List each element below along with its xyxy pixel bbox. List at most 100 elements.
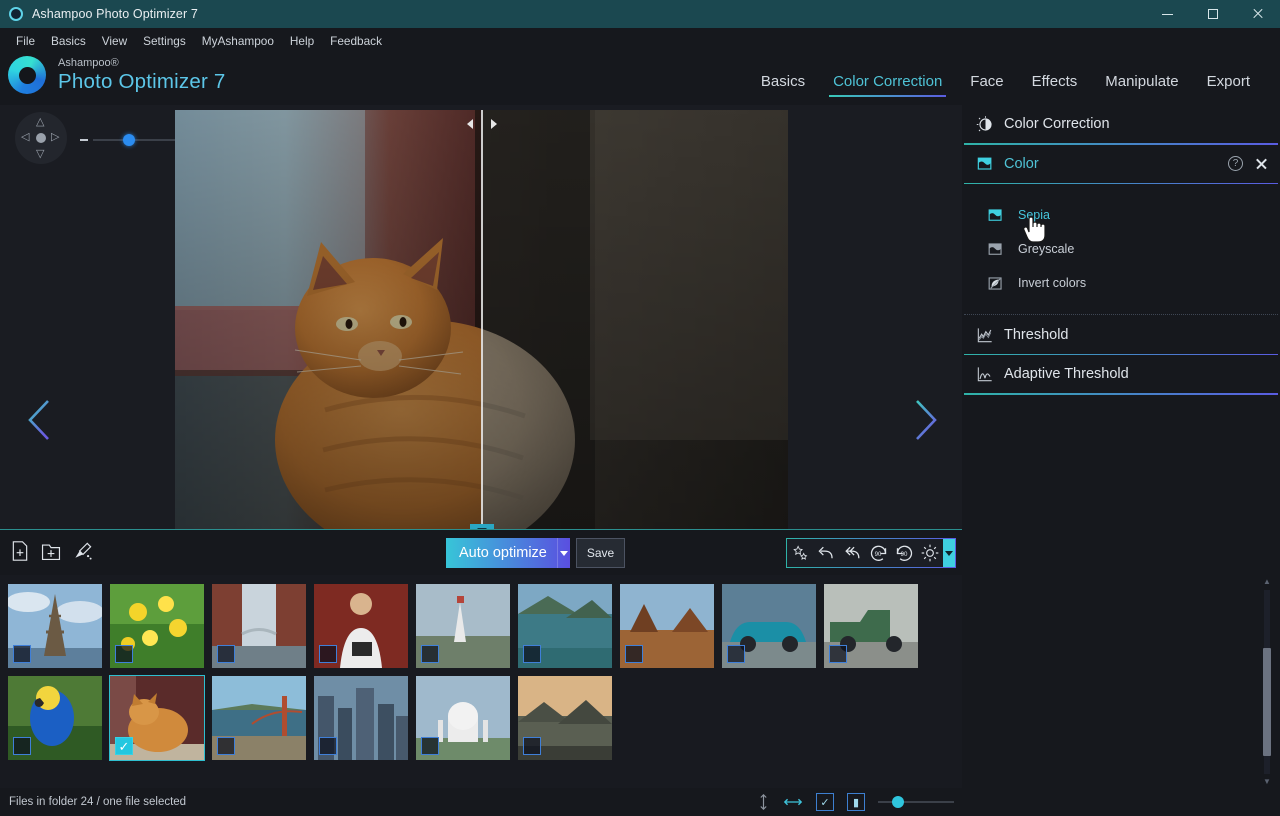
thumbnail-checkbox[interactable] <box>319 645 337 663</box>
thumbnail-golden-gate-bridge[interactable] <box>212 676 306 760</box>
thumbnail-checkbox[interactable] <box>319 737 337 755</box>
save-button[interactable]: Save <box>575 538 626 568</box>
zoom-slider-knob[interactable] <box>123 134 136 146</box>
thumbnail-strip[interactable] <box>0 575 962 788</box>
tab-export[interactable]: Export <box>1193 70 1264 97</box>
zoom-out-icon[interactable] <box>80 139 88 141</box>
menu-item-myashampoo[interactable]: MyAshampoo <box>194 31 282 51</box>
thumbnail-yellow-flowers[interactable] <box>110 584 204 668</box>
panel-section-threshold[interactable]: Threshold <box>962 316 1280 354</box>
menu-item-file[interactable]: File <box>8 31 43 51</box>
rotate-right-90-icon[interactable]: 90 <box>891 539 917 567</box>
tab-manipulate[interactable]: Manipulate <box>1091 70 1192 97</box>
panel-section-color-correction[interactable]: Color Correction <box>962 105 1280 143</box>
rotate-left-90-icon[interactable]: 90 <box>865 539 891 567</box>
select-all-checkbox-icon[interactable]: ✓ <box>816 793 834 811</box>
thumbnail-green-pickup-truck[interactable] <box>824 584 918 668</box>
thumbnail-checkbox[interactable] <box>625 645 643 663</box>
color-option-sepia[interactable]: Sepia <box>962 198 1280 232</box>
thumbnail-checkbox[interactable] <box>727 645 745 663</box>
edit-tools-dropdown[interactable] <box>943 539 955 567</box>
thumbnail-checkbox[interactable] <box>217 737 235 755</box>
thumbnail-checkbox[interactable] <box>421 737 439 755</box>
close-icon[interactable] <box>1255 157 1268 170</box>
scroll-up-arrow[interactable]: ▲ <box>1263 578 1271 586</box>
panel-section-label: Threshold <box>1004 326 1069 343</box>
thumbnail-size-track[interactable] <box>878 801 954 803</box>
tab-color-correction[interactable]: Color Correction <box>819 70 956 97</box>
previous-image-button[interactable] <box>20 395 60 445</box>
pan-down-icon[interactable]: ▽ <box>36 149 44 160</box>
settings-gear-icon[interactable] <box>917 539 943 567</box>
scrollbar-thumb[interactable] <box>1263 648 1271 756</box>
help-icon[interactable]: ? <box>1228 155 1243 171</box>
broom-icon[interactable] <box>72 540 94 562</box>
auto-optimize-button[interactable]: Auto optimize <box>446 538 570 568</box>
section-divider <box>964 393 1278 395</box>
thumbnail-city-skyline[interactable] <box>314 676 408 760</box>
panel-section-color[interactable]: Color ? <box>962 145 1280 183</box>
auto-optimize-dropdown[interactable] <box>556 538 570 568</box>
next-image-button[interactable] <box>905 395 945 445</box>
select-region-icon[interactable]: ▮ <box>847 793 865 811</box>
menu-item-basics[interactable]: Basics <box>43 31 94 51</box>
thumbnail-checkbox[interactable] <box>421 645 439 663</box>
menu-item-settings[interactable]: Settings <box>135 31 194 51</box>
thumbnail-desert-rocks[interactable] <box>620 584 714 668</box>
thumbnail-checkbox[interactable] <box>829 645 847 663</box>
add-folder-icon[interactable] <box>40 540 62 562</box>
favorite-stars-icon[interactable] <box>787 539 813 567</box>
maximize-button[interactable] <box>1190 0 1235 28</box>
thumbnail-coastal-village[interactable] <box>518 584 612 668</box>
thumbnail-blue-macaw[interactable] <box>8 676 102 760</box>
tab-face[interactable]: Face <box>956 70 1017 97</box>
menu-item-view[interactable]: View <box>94 31 135 51</box>
sort-vertical-icon[interactable] <box>757 793 770 811</box>
split-divider-handle[interactable] <box>467 116 497 132</box>
undo-icon[interactable] <box>813 539 839 567</box>
zoom-slider-track[interactable] <box>93 134 188 146</box>
thumbnail-checkbox[interactable] <box>523 645 541 663</box>
thumbnail-mountain-sunset[interactable] <box>518 676 612 760</box>
panel-section-label: Color <box>1004 155 1039 172</box>
thumbnail-size-knob[interactable] <box>892 796 904 808</box>
thumbnail-man-in-white[interactable] <box>314 584 408 668</box>
thumbnail-taj-mahal[interactable] <box>416 676 510 760</box>
color-options-list: Sepia Greyscale Invert colors <box>962 184 1280 314</box>
status-bar: Files in folder 24 / one file selected ✓… <box>0 788 962 816</box>
menu-item-help[interactable]: Help <box>282 31 322 51</box>
undo-all-icon[interactable] <box>839 539 865 567</box>
thumbnail-checkbox[interactable] <box>13 645 31 663</box>
sort-horizontal-icon[interactable] <box>783 794 803 810</box>
thumbnail-checkbox[interactable] <box>217 645 235 663</box>
thumbnail-lighthouse[interactable] <box>416 584 510 668</box>
thumbnail-scrollbar[interactable]: ▲ ▼ <box>1262 578 1272 786</box>
thumbnail-checkbox[interactable] <box>115 737 133 755</box>
color-option-greyscale[interactable]: Greyscale <box>962 232 1280 266</box>
thumbnail-teal-vintage-car[interactable] <box>722 584 816 668</box>
close-button[interactable] <box>1235 0 1280 28</box>
thumbnail-size-slider[interactable] <box>878 795 954 809</box>
thumbnail-checkbox[interactable] <box>13 737 31 755</box>
dpad-navigation-icon[interactable]: △ ▽ ◁ ▷ <box>15 112 67 164</box>
tab-basics[interactable]: Basics <box>747 70 819 97</box>
pan-center-icon[interactable] <box>36 133 46 143</box>
thumbnail-checkbox[interactable] <box>523 737 541 755</box>
thumbnail-eiffel-tower[interactable] <box>8 584 102 668</box>
panel-section-adaptive-threshold[interactable]: Adaptive Threshold <box>962 355 1280 393</box>
thumbnail-hamburg-canal[interactable] <box>212 584 306 668</box>
minimize-button[interactable] <box>1145 0 1190 28</box>
scroll-down-arrow[interactable]: ▼ <box>1263 778 1271 786</box>
thumbnail-checkbox[interactable] <box>115 645 133 663</box>
tab-effects[interactable]: Effects <box>1018 70 1092 97</box>
thumbnail-ginger-cat[interactable] <box>109 675 205 761</box>
maximize-icon <box>1207 9 1218 19</box>
pan-left-icon[interactable]: ◁ <box>21 132 29 143</box>
menu-item-feedback[interactable]: Feedback <box>322 31 390 51</box>
bottom-toolbar: Auto optimize Save 90 90 <box>0 529 962 575</box>
pan-up-icon[interactable]: △ <box>36 117 44 128</box>
color-option-invert-colors[interactable]: Invert colors <box>962 266 1280 300</box>
split-left-arrow-icon <box>467 119 473 129</box>
add-file-icon[interactable] <box>10 540 30 562</box>
pan-right-icon[interactable]: ▷ <box>51 132 59 143</box>
